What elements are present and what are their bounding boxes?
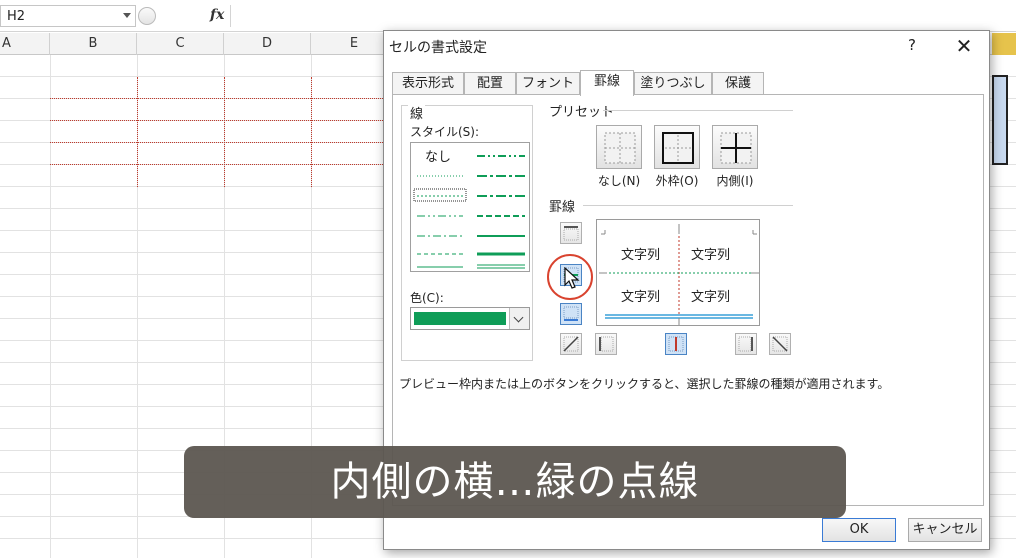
tab-protection[interactable]: 保護 [712,72,764,95]
tab-border[interactable]: 罫線 [580,70,634,96]
border-bottom-button[interactable] [560,303,582,325]
tab-font[interactable]: フォント [516,72,580,95]
mouse-cursor-icon [564,267,580,289]
red-dotted-border [137,77,138,187]
preset-none-button[interactable] [596,125,642,169]
close-icon[interactable]: ✕ [949,35,979,59]
diagonal-down-icon [772,336,788,352]
formula-input[interactable] [230,5,1016,27]
preset-outline-button[interactable] [654,125,700,169]
border-preview[interactable]: 文字列 文字列 文字列 文字列 [596,219,760,326]
style-label: スタイル(S): [410,125,480,139]
border-diagonal-up-button[interactable] [560,333,582,355]
dialog-title: セルの書式設定 [389,40,487,56]
diagonal-up-icon [563,336,579,352]
preset-outline-icon [662,132,694,164]
border-group-title: 罫線 [549,196,580,215]
border-bottom-icon [563,306,579,321]
line-group-title: 線 [408,103,426,122]
border-diagonal-down-button[interactable] [769,333,791,355]
color-swatch [414,312,506,325]
formula-options-icon[interactable] [138,7,156,25]
preset-inside-label: 内側(I) [716,174,754,188]
border-right-icon [738,336,753,352]
line-style-samples[interactable] [411,143,531,273]
border-left-button[interactable] [595,333,617,355]
preset-inside-icon [720,132,752,164]
preview-cell-text: 文字列 [621,290,661,305]
tab-alignment[interactable]: 配置 [464,72,516,95]
preview-cell-text: 文字列 [691,248,731,263]
formula-buttons: fx [138,5,228,27]
selected-column-header[interactable] [992,33,1016,55]
insert-function-icon[interactable]: fx [210,7,224,23]
line-group: 線 スタイル(S): なし 色(C): [401,103,533,361]
preset-none-icon [604,132,636,164]
line-style-list[interactable]: なし [410,142,530,272]
preview-grid [599,224,759,325]
red-dotted-border [50,142,385,143]
column-header-d[interactable]: D [224,33,311,55]
red-dotted-border [311,77,312,187]
selected-range[interactable] [992,75,1008,165]
red-dotted-border [50,120,385,121]
preset-divider [603,110,793,111]
chevron-down-icon[interactable] [123,13,131,18]
cancel-button[interactable]: キャンセル [908,518,982,542]
ok-button[interactable]: OK [822,518,896,542]
border-divider [583,205,793,206]
preset-outline-label: 外枠(O) [655,174,699,188]
red-dotted-border [224,77,225,187]
border-inside-vertical-button[interactable] [665,333,687,355]
column-header-c[interactable]: C [137,33,224,55]
column-header-a[interactable]: A [0,33,50,55]
formula-bar: H2 fx [0,0,1016,32]
video-caption: 内側の横…緑の点線 [184,446,846,518]
preset-inside-button[interactable] [712,125,758,169]
tab-number-format[interactable]: 表示形式 [392,72,464,95]
preset-none-label: なし(N) [597,174,641,188]
hint-text: プレビュー枠内または上のボタンをクリックすると、選択した罫線の種類が適用されます… [399,377,890,391]
column-header-b[interactable]: B [50,33,137,55]
chevron-down-icon[interactable] [509,308,529,329]
name-box-value: H2 [7,9,26,24]
border-top-button[interactable] [560,222,582,244]
color-dropdown[interactable] [410,307,530,330]
preview-cell-text: 文字列 [621,248,661,263]
border-right-button[interactable] [735,333,757,355]
border-tab-panel: 線 スタイル(S): なし 色(C): プリセット なし(N) 外枠(O) 内側… [392,94,984,506]
red-dotted-border [50,98,385,99]
color-label: 色(C): [410,291,444,305]
border-left-icon [599,336,614,352]
tab-fill[interactable]: 塗りつぶし [634,72,712,95]
help-button[interactable]: ? [902,36,922,58]
border-top-icon [563,226,579,241]
red-dotted-border [50,164,385,165]
border-inside-vertical-icon [668,336,684,352]
name-box[interactable]: H2 [0,5,136,27]
preview-cell-text: 文字列 [691,290,731,305]
